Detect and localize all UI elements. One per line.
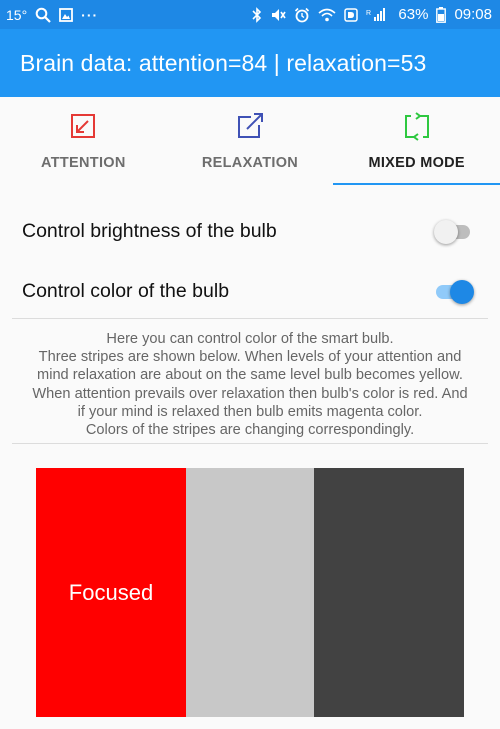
- toggle-thumb: [434, 220, 458, 244]
- battery-percent: 63%: [398, 6, 429, 23]
- status-bar: 15° ··· R 63% 09:08: [0, 0, 500, 29]
- tab-relaxation[interactable]: RELAXATION: [167, 97, 334, 185]
- image-icon: [59, 7, 74, 22]
- data-icon: [344, 7, 359, 22]
- brightness-setting-row[interactable]: Control brightness of the bulb: [0, 206, 500, 256]
- arrow-down-left-icon: [71, 114, 96, 138]
- svg-text:R: R: [366, 10, 371, 17]
- description-line: Colors of the stripes are changing corre…: [85, 422, 415, 439]
- description-line: if your mind is relaxed then bulb emits …: [77, 403, 423, 420]
- divider: [12, 318, 488, 319]
- description-line: Three stripes are shown below. When leve…: [38, 349, 462, 366]
- color-control-description: Here you can control color of the smart …: [14, 330, 486, 439]
- stripe-relaxed: [314, 468, 464, 717]
- bluetooth-icon: [252, 6, 262, 23]
- alarm-icon: [294, 7, 310, 23]
- brightness-toggle[interactable]: [434, 217, 472, 245]
- tab-attention[interactable]: ATTENTION: [0, 97, 167, 185]
- stripe-balanced: [186, 468, 314, 717]
- swap-icon: [404, 112, 429, 141]
- page-title: Brain data: attention=84 | relaxation=53: [20, 49, 427, 76]
- more-icon: ···: [81, 6, 99, 23]
- mute-icon: [270, 7, 287, 23]
- color-stripes: Focused: [36, 468, 464, 717]
- tab-label: ATTENTION: [41, 155, 126, 171]
- signal-icon: R: [366, 7, 388, 22]
- tab-label: RELAXATION: [201, 155, 299, 171]
- toggle-thumb: [450, 280, 474, 304]
- description-line: mind relaxation are about on the same le…: [37, 367, 463, 384]
- color-toggle[interactable]: [434, 277, 474, 305]
- tab-mixed-mode[interactable]: MIXED MODE: [333, 97, 500, 185]
- clock: 09:08: [454, 6, 492, 23]
- color-setting-row[interactable]: Control color of the bulb: [0, 266, 500, 316]
- stripe-focused: Focused: [36, 468, 186, 717]
- wifi-icon: [318, 8, 336, 22]
- description-line: When attention prevails over relaxation …: [32, 385, 468, 402]
- temperature-indicator: 15°: [6, 6, 28, 23]
- divider: [12, 443, 488, 444]
- tab-bar: ATTENTION RELAXATION MIXED MODE: [0, 97, 500, 185]
- brightness-setting-label: Control brightness of the bulb: [22, 219, 277, 242]
- color-setting-label: Control color of the bulb: [22, 279, 230, 302]
- tab-label: MIXED MODE: [368, 155, 465, 171]
- arrow-up-right-icon: [238, 113, 263, 138]
- search-icon: [35, 7, 51, 23]
- app-bar: Brain data: attention=84 | relaxation=53: [0, 29, 500, 97]
- stripe-label: Focused: [68, 579, 154, 605]
- description-line: Here you can control color of the smart …: [106, 331, 394, 347]
- battery-icon: [436, 6, 447, 23]
